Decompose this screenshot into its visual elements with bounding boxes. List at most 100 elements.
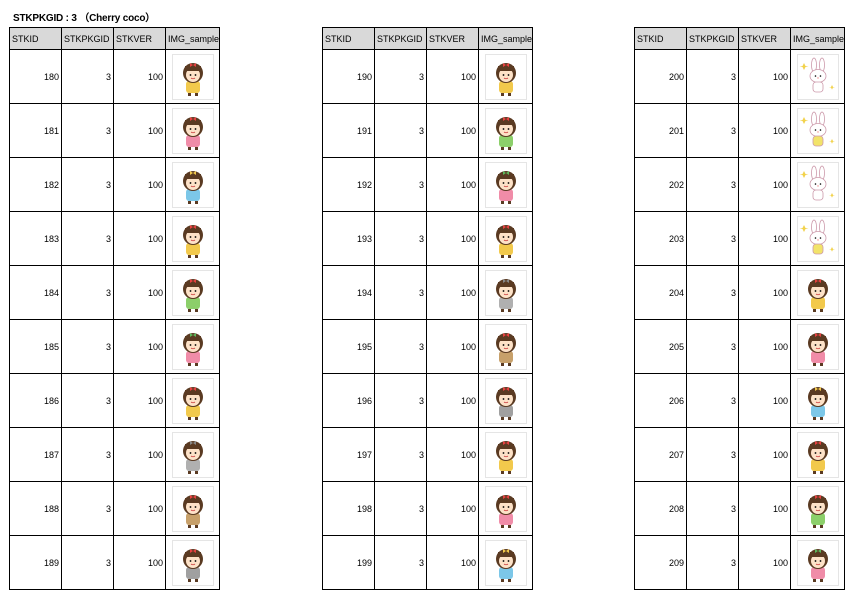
girl-gloomy-icon <box>171 431 214 478</box>
girl-lamp-sleeping-icon <box>796 431 839 478</box>
girl-green-bow-icon <box>484 323 527 370</box>
stkpkgid-cell: 3 <box>61 319 114 374</box>
girl-painting-icon <box>796 269 839 316</box>
img-sample-cell <box>477 427 534 482</box>
stkid-cell: 185 <box>9 319 62 374</box>
stkid-cell: 194 <box>322 265 375 320</box>
img-sample-cell <box>477 157 534 212</box>
stkver-cell: 100 <box>426 103 479 158</box>
two-girls-icon <box>484 269 527 316</box>
table-row: 204 3 100 <box>634 265 846 320</box>
stkver-cell: 100 <box>426 319 479 374</box>
stkpkgid-cell: 3 <box>686 427 739 482</box>
girls-hug-icon <box>484 431 527 478</box>
stkpkgid-cell: 3 <box>374 103 427 158</box>
stkver-cell: 100 <box>738 157 791 212</box>
sticker-table: STKID STKPKGID STKVER IMG_sample 190 3 100 191 3… <box>322 27 534 590</box>
stkver-cell: 100 <box>738 481 791 536</box>
stkver-cell: 100 <box>113 211 166 266</box>
stkid-cell: 184 <box>9 265 62 320</box>
stkid-cell: 202 <box>634 157 687 212</box>
stkid-cell: 180 <box>9 49 62 104</box>
column-header: IMG_sample <box>164 27 221 50</box>
table-row: 196 3 100 <box>322 373 534 428</box>
stkpkgid-cell: 3 <box>61 373 114 428</box>
stkver-cell: 100 <box>738 427 791 482</box>
table-row: 208 3 100 <box>634 481 846 536</box>
stkpkgid-cell: 3 <box>686 373 739 428</box>
stkid-cell: 205 <box>634 319 687 374</box>
bunny-lying-icon <box>796 215 839 262</box>
img-sample-cell <box>164 373 221 428</box>
img-sample-cell <box>477 103 534 158</box>
stkpkgid-cell: 3 <box>686 211 739 266</box>
table-row: 190 3 100 <box>322 49 534 104</box>
sticker-table: STKID STKPKGID STKVER IMG_sample 180 3 100 181 3… <box>9 27 221 590</box>
table-row: 184 3 100 <box>9 265 221 320</box>
girl-drawing-icon <box>796 539 839 586</box>
table-row: 186 3 100 <box>9 373 221 428</box>
girl-bunny-hood-icon <box>484 485 527 532</box>
table-row: 202 3 100 <box>634 157 846 212</box>
stkid-cell: 197 <box>322 427 375 482</box>
stkid-cell: 207 <box>634 427 687 482</box>
girl-yellow-dress-icon <box>484 53 527 100</box>
stkid-cell: 208 <box>634 481 687 536</box>
table-row: 201 3 100 <box>634 103 846 158</box>
column-header: IMG_sample <box>789 27 846 50</box>
img-sample-cell <box>164 49 221 104</box>
girls-slide-icon <box>484 377 527 424</box>
stkid-cell: 196 <box>322 373 375 428</box>
stkver-cell: 100 <box>738 535 791 590</box>
stkpkgid-cell: 3 <box>686 481 739 536</box>
stkver-cell: 100 <box>426 157 479 212</box>
stkid-cell: 190 <box>322 49 375 104</box>
img-sample-cell <box>789 265 846 320</box>
table-row: 191 3 100 <box>322 103 534 158</box>
column-header: STKPKGID <box>374 27 427 50</box>
stkpkgid-cell: 3 <box>61 211 114 266</box>
table-row: 189 3 100 <box>9 535 221 590</box>
stkver-cell: 100 <box>113 319 166 374</box>
stkid-cell: 198 <box>322 481 375 536</box>
stkid-cell: 201 <box>634 103 687 158</box>
table-row: 193 3 100 <box>322 211 534 266</box>
table-row: 183 3 100 <box>9 211 221 266</box>
girl-flower-crown-icon <box>171 161 214 208</box>
stkpkgid-cell: 3 <box>61 535 114 590</box>
stkpkgid-cell: 3 <box>374 373 427 428</box>
stkpkgid-cell: 3 <box>61 427 114 482</box>
column-header: STKPKGID <box>61 27 114 50</box>
column-header: STKID <box>322 27 375 50</box>
stkid-cell: 183 <box>9 211 62 266</box>
stkver-cell: 100 <box>738 319 791 374</box>
table-row: 198 3 100 <box>322 481 534 536</box>
stkpkgid-cell: 3 <box>686 157 739 212</box>
girl-crying-icon <box>171 485 214 532</box>
stkpkgid-cell: 3 <box>374 319 427 374</box>
table-row: 207 3 100 <box>634 427 846 482</box>
stkpkgid-cell: 3 <box>374 481 427 536</box>
stkpkgid-cell: 3 <box>686 319 739 374</box>
img-sample-cell <box>477 481 534 536</box>
table-row: 188 3 100 <box>9 481 221 536</box>
table-row: 200 3 100 <box>634 49 846 104</box>
column-header: STKID <box>9 27 62 50</box>
img-sample-cell <box>477 319 534 374</box>
img-sample-cell <box>789 373 846 428</box>
table-row: 187 3 100 <box>9 427 221 482</box>
stkver-cell: 100 <box>426 211 479 266</box>
girl-pink-dress-icon <box>484 107 527 154</box>
stkid-cell: 195 <box>322 319 375 374</box>
table-row: 195 3 100 <box>322 319 534 374</box>
girl-worried-icon <box>171 323 214 370</box>
bunny-snail-icon <box>796 161 839 208</box>
stkid-cell: 206 <box>634 373 687 428</box>
table-header-row: STKID STKPKGID STKVER IMG_sample <box>634 27 846 50</box>
stkpkgid-cell: 3 <box>686 535 739 590</box>
table-row: 181 3 100 <box>9 103 221 158</box>
img-sample-cell <box>789 481 846 536</box>
column-header: STKVER <box>738 27 791 50</box>
stkpkgid-cell: 3 <box>374 49 427 104</box>
table-row: 199 3 100 <box>322 535 534 590</box>
